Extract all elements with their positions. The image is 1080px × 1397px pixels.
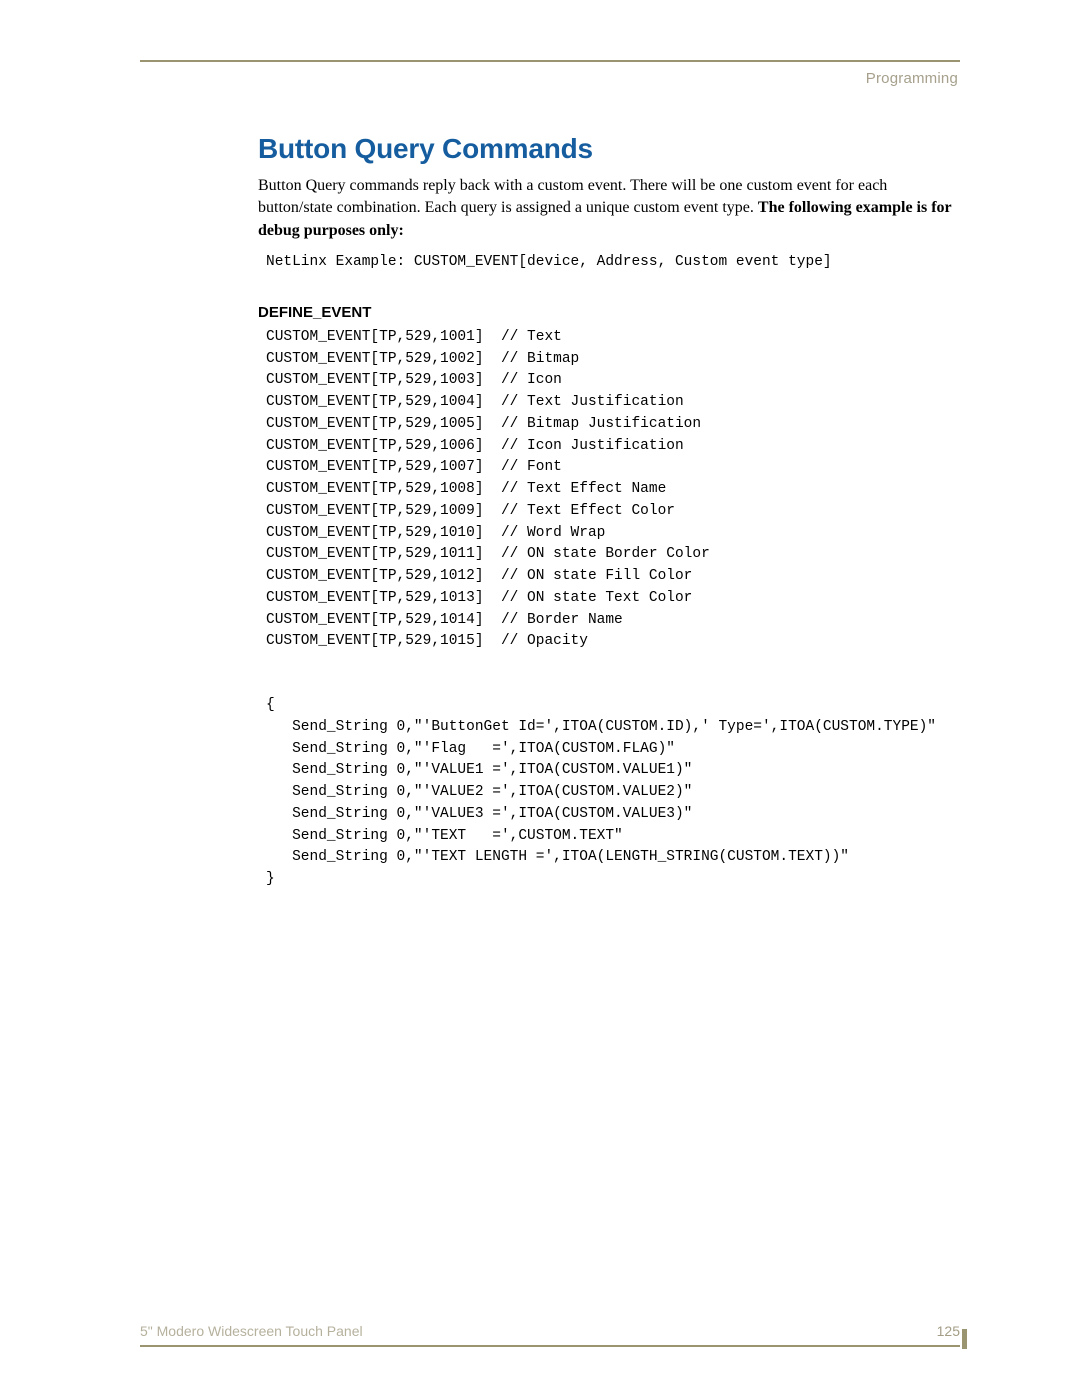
header-rule [140, 60, 960, 62]
footer-accent-bar [962, 1329, 967, 1349]
events-code-block: CUSTOM_EVENT[TP,529,1001] // Text CUSTOM… [258, 327, 960, 653]
send-string-block: { Send_String 0,"'ButtonGet Id=',ITOA(CU… [258, 695, 960, 891]
footer-rule [140, 1345, 960, 1347]
define-event-heading: DEFINE_EVENT [258, 304, 960, 321]
footer-product-name: 5" Modero Widescreen Touch Panel [140, 1323, 363, 1339]
header-section-label: Programming [140, 70, 960, 87]
page-title: Button Query Commands [258, 133, 960, 165]
netlinx-example-line: NetLinx Example: CUSTOM_EVENT[device, Ad… [258, 252, 960, 274]
intro-paragraph: Button Query commands reply back with a … [258, 175, 960, 242]
page-content: Programming Button Query Commands Button… [140, 60, 960, 891]
page-footer: 5" Modero Widescreen Touch Panel 125 [140, 1323, 960, 1347]
main-content: Button Query Commands Button Query comma… [140, 133, 960, 891]
footer-page-number: 125 [937, 1323, 960, 1339]
